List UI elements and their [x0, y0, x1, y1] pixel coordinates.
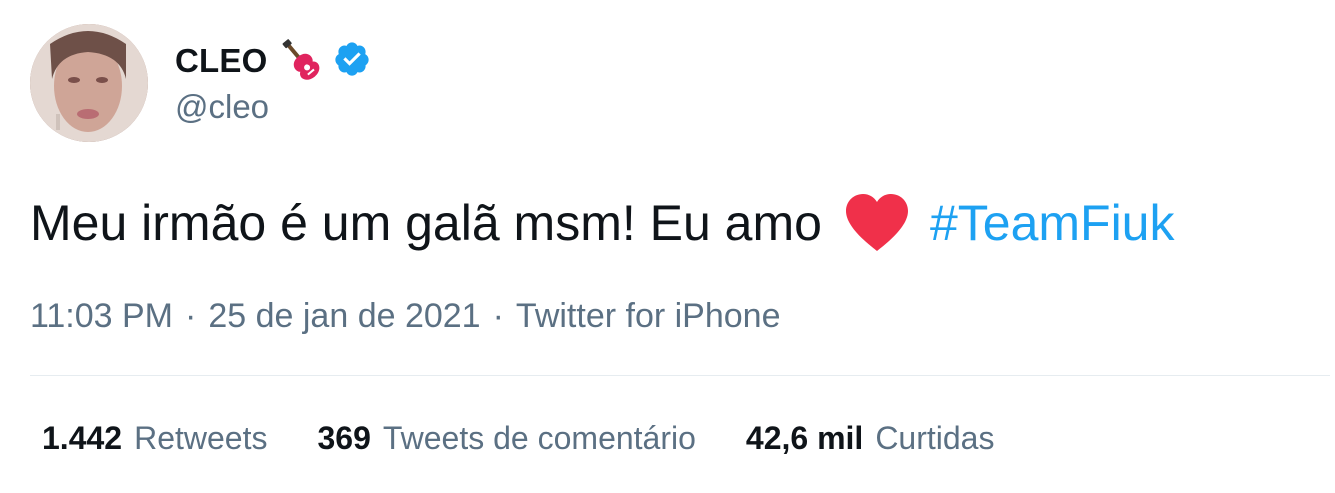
tweet-text: Meu irmão é um galã msm! Eu amo #TeamFiu… [30, 190, 1174, 256]
meta-separator: · [492, 297, 504, 335]
tweet-stats: 1.442 Retweets 369 Tweets de comentário 42… [42, 414, 994, 462]
likes-count: 42,6 mil [745, 420, 864, 456]
author-name-row[interactable]: CLEO [175, 38, 371, 84]
tweet-date: 25 de jan de 2021 [208, 297, 481, 335]
retweets-stat[interactable]: 1.442 Retweets [42, 414, 267, 462]
retweets-count: 1.442 [42, 420, 123, 456]
verified-badge-icon [333, 40, 371, 83]
tweet-text-body: Meu irmão é um galã msm! Eu amo [30, 195, 822, 251]
red-heart-icon [844, 193, 910, 253]
tweet-metadata: 11:03 PM · 25 de jan de 2021 · Twitter for i… [30, 294, 780, 338]
likes-stat[interactable]: 42,6 mil Curtidas [746, 414, 995, 462]
guitar-icon [277, 36, 323, 87]
retweets-label: Retweets [134, 420, 268, 456]
avatar-photo [30, 24, 148, 142]
hashtag-link[interactable]: #TeamFiuk [930, 190, 1175, 256]
tweet-time: 11:03 PM [30, 297, 174, 335]
likes-label: Curtidas [875, 420, 995, 456]
tweet-card: CLEO @cleo Meu irmão é um galã msm! Eu a… [0, 0, 1335, 493]
author-display-name[interactable]: CLEO [175, 42, 267, 80]
quote-tweets-label: Tweets de comentário [382, 420, 696, 456]
avatar[interactable] [30, 24, 148, 142]
quote-tweets-count: 369 [317, 420, 371, 456]
tweet-source-link[interactable]: Twitter for iPhone [516, 297, 781, 335]
divider [30, 375, 1330, 376]
quote-tweets-stat[interactable]: 369 Tweets de comentário [317, 414, 695, 462]
meta-separator: · [185, 297, 197, 335]
author-handle[interactable]: @cleo [175, 88, 269, 126]
tweet-time-link[interactable]: 11:03 PM [30, 297, 173, 335]
tweet-date-link[interactable]: 25 de jan de 2021 [208, 297, 480, 335]
